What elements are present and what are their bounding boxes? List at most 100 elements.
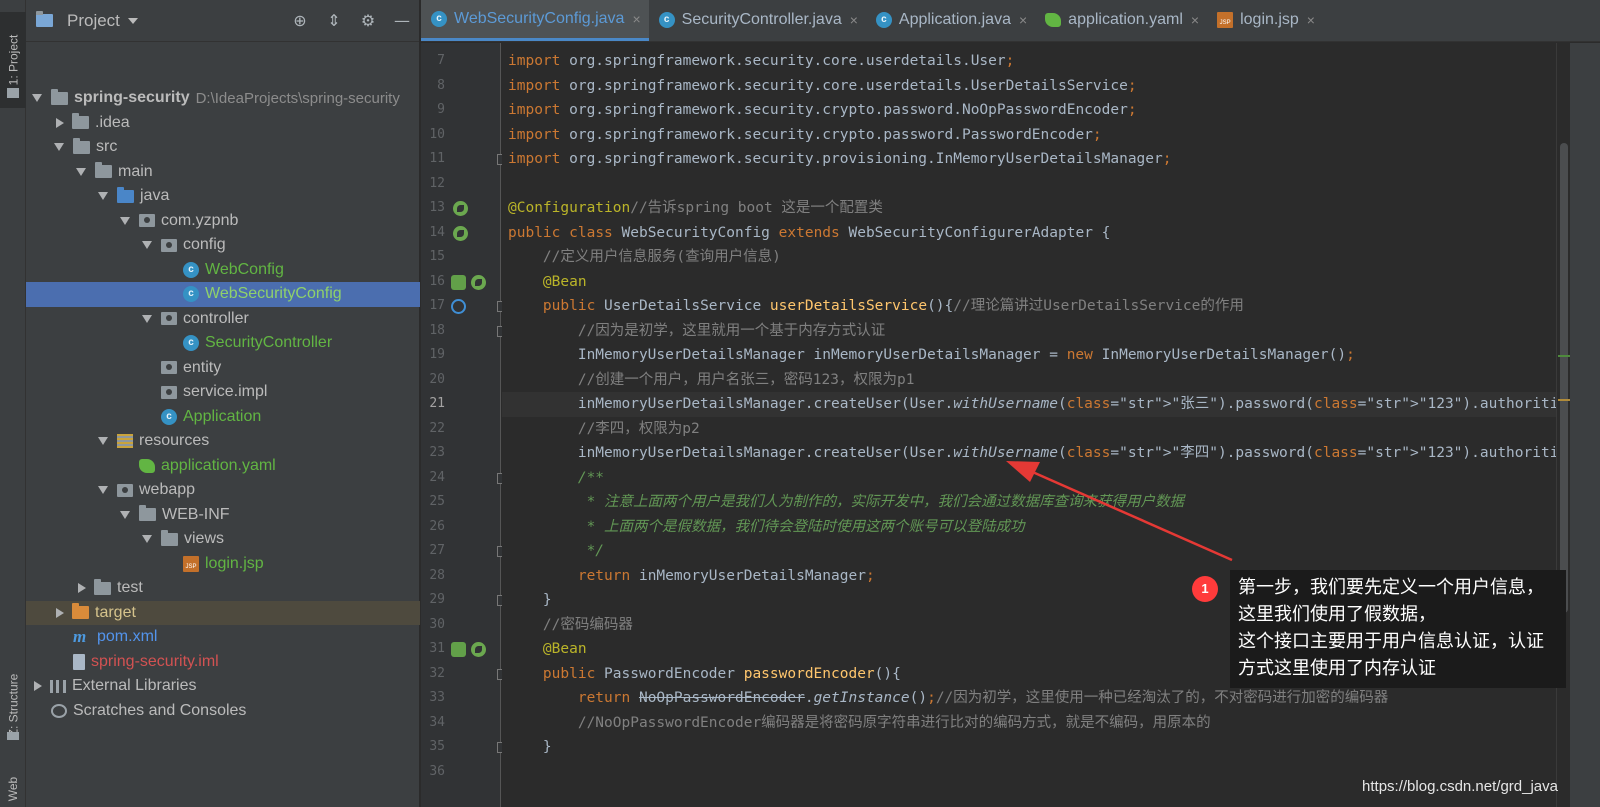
spring-config-icon[interactable] — [453, 201, 468, 216]
code-line[interactable]: //NoOpPasswordEncoder编码器是将密码原字符串进行比对的编码方… — [508, 711, 1211, 736]
tree-item[interactable]: main — [26, 160, 420, 185]
collapse-all-icon[interactable]: ⇕ — [325, 12, 343, 30]
tree-item[interactable]: JSP login.jsp — [26, 552, 420, 577]
collapse-arrow-icon[interactable] — [34, 681, 42, 692]
tree-item[interactable]: WEB-INF — [26, 503, 420, 528]
web-tool-tab[interactable]: Web — [0, 770, 26, 807]
expand-arrow-icon[interactable] — [54, 143, 64, 152]
spring-bean-icon[interactable] — [471, 274, 486, 290]
editor-tab[interactable]: c WebSecurityConfig.java × — [421, 0, 649, 41]
tree-item[interactable]: application.yaml — [26, 454, 420, 479]
code-line[interactable]: @Bean — [508, 637, 587, 662]
code-line[interactable]: */ — [508, 539, 604, 564]
structure-tool-tab[interactable]: Z: Structure — [0, 650, 26, 760]
spring-bean-icon[interactable] — [471, 642, 486, 657]
tree-item[interactable]: c WebSecurityConfig — [26, 282, 420, 307]
code-line[interactable]: inMemoryUserDetailsManager.createUser(Us… — [508, 392, 1556, 417]
code-line[interactable]: import org.springframework.security.cryp… — [508, 123, 1102, 148]
bean-method-icon[interactable] — [451, 274, 466, 290]
tree-item[interactable]: com.yzpnb — [26, 209, 420, 234]
editor-gutter[interactable]: 7 8 9 10 11 12 13 14 15 16 17 18 19 20 21 22 23 24 25 26 27 2… — [421, 43, 506, 807]
tree-item[interactable]: spring-security.iml — [26, 650, 420, 675]
tree-item[interactable]: .idea — [26, 111, 420, 136]
scrollbar-thumb[interactable] — [1560, 143, 1568, 613]
tree-item[interactable]: src — [26, 135, 420, 160]
tree-item[interactable]: target — [26, 600, 420, 625]
collapse-arrow-icon[interactable] — [78, 583, 86, 594]
code-line[interactable]: import org.springframework.security.core… — [508, 74, 1137, 99]
expand-arrow-icon[interactable] — [142, 535, 152, 544]
expand-arrow-icon[interactable] — [120, 510, 130, 519]
editor-scrollbar[interactable] — [1556, 43, 1570, 807]
collapse-arrow-icon[interactable] — [56, 117, 64, 128]
override-method-icon[interactable] — [451, 299, 466, 314]
expand-arrow-icon[interactable] — [76, 167, 86, 176]
code-line[interactable]: } — [508, 588, 552, 613]
code-line[interactable]: return NoOpPasswordEncoder.getInstance()… — [508, 686, 1388, 711]
code-line[interactable]: * 注意上面两个用户是我们人为制作的，实际开发中，我们会通过数据库查询来获得用户… — [508, 490, 1184, 515]
hide-panel-icon[interactable]: — — [393, 12, 411, 30]
tree-item[interactable]: java — [26, 184, 420, 209]
expand-arrow-icon[interactable] — [98, 192, 108, 201]
close-icon[interactable]: × — [1191, 12, 1199, 28]
tree-item[interactable]: entity — [26, 356, 420, 381]
code-line[interactable]: //创建一个用户，用户名张三，密码123，权限为p1 — [508, 368, 915, 393]
code-line[interactable]: } — [508, 735, 552, 760]
code-line[interactable]: import org.springframework.security.cryp… — [508, 98, 1137, 123]
code-line[interactable]: //定义用户信息服务(查询用户信息) — [508, 245, 781, 270]
bean-method-icon[interactable] — [451, 642, 466, 657]
tree-item[interactable]: controller — [26, 307, 420, 332]
code-line[interactable]: @Configuration//告诉spring boot 这是一个配置类 — [508, 196, 883, 221]
editor-tab[interactable]: application.yaml × — [1035, 0, 1207, 41]
close-icon[interactable]: × — [632, 11, 640, 27]
collapse-arrow-icon[interactable] — [56, 607, 64, 618]
locate-file-icon[interactable]: ⊕ — [291, 12, 309, 30]
chevron-down-icon[interactable] — [127, 17, 138, 24]
expand-arrow-icon[interactable] — [98, 486, 108, 495]
code-line[interactable]: //密码编码器 — [508, 613, 633, 638]
code-line[interactable]: //李四，权限为p2 — [508, 417, 700, 442]
tree-item[interactable]: Scratches and Consoles — [26, 699, 420, 724]
gear-icon[interactable]: ⚙ — [359, 12, 377, 30]
tree-item[interactable]: c SecurityController — [26, 331, 420, 356]
spring-class-icon[interactable] — [453, 225, 468, 241]
code-line[interactable]: //因为是初学，这里就用一个基于内存方式认证 — [508, 319, 885, 344]
expand-arrow-icon[interactable] — [142, 314, 152, 323]
code-line[interactable]: /** — [508, 466, 604, 491]
editor-tab[interactable]: JSP login.jsp × — [1207, 0, 1323, 41]
expand-arrow-icon[interactable] — [32, 94, 42, 103]
code-line[interactable]: public UserDetailsService userDetailsSer… — [508, 294, 1244, 319]
code-line[interactable]: return inMemoryUserDetailsManager; — [508, 564, 875, 589]
code-line[interactable]: * 上面两个是假数据，我们待会登陆时使用这两个账号可以登陆成功 — [508, 515, 1025, 540]
close-icon[interactable]: × — [1019, 12, 1027, 28]
project-view-selector[interactable]: Project — [67, 11, 120, 31]
code-line[interactable]: import org.springframework.security.core… — [508, 49, 1014, 74]
tree-item[interactable]: config — [26, 233, 420, 258]
tree-item[interactable]: External Libraries — [26, 674, 420, 699]
tree-item[interactable]: test — [26, 576, 420, 601]
tree-item[interactable]: views — [26, 527, 420, 552]
code-line[interactable]: inMemoryUserDetailsManager.createUser(Us… — [508, 441, 1556, 466]
editor-tab[interactable]: c Application.java × — [866, 0, 1035, 41]
expand-arrow-icon[interactable] — [120, 216, 130, 225]
close-icon[interactable]: × — [1307, 12, 1315, 28]
code-line[interactable]: public class WebSecurityConfig extends W… — [508, 221, 1110, 246]
code-line[interactable]: @Bean — [508, 270, 587, 295]
tree-item[interactable]: spring-security D:\IdeaProjects\spring-se… — [26, 86, 420, 111]
code-line[interactable]: InMemoryUserDetailsManager inMemoryUserD… — [508, 343, 1355, 368]
expand-arrow-icon[interactable] — [98, 437, 108, 446]
tree-item[interactable]: c WebConfig — [26, 258, 420, 283]
expand-arrow-icon[interactable] — [142, 241, 152, 250]
code-editor[interactable]: import org.springframework.security.core… — [502, 43, 1556, 807]
editor-tab[interactable]: c SecurityController.java × — [649, 0, 866, 41]
tree-item[interactable]: m pom.xml — [26, 625, 420, 650]
tree-item[interactable]: service.impl — [26, 380, 420, 405]
change-marker[interactable] — [1558, 355, 1570, 357]
tree-item[interactable]: resources — [26, 429, 420, 454]
code-line[interactable]: public PasswordEncoder passwordEncoder()… — [508, 662, 901, 687]
code-line[interactable]: import org.springframework.security.prov… — [508, 147, 1171, 172]
warning-marker[interactable] — [1558, 399, 1570, 401]
tree-item[interactable]: c Application — [26, 405, 420, 430]
tree-item[interactable]: webapp — [26, 478, 420, 503]
close-icon[interactable]: × — [850, 12, 858, 28]
